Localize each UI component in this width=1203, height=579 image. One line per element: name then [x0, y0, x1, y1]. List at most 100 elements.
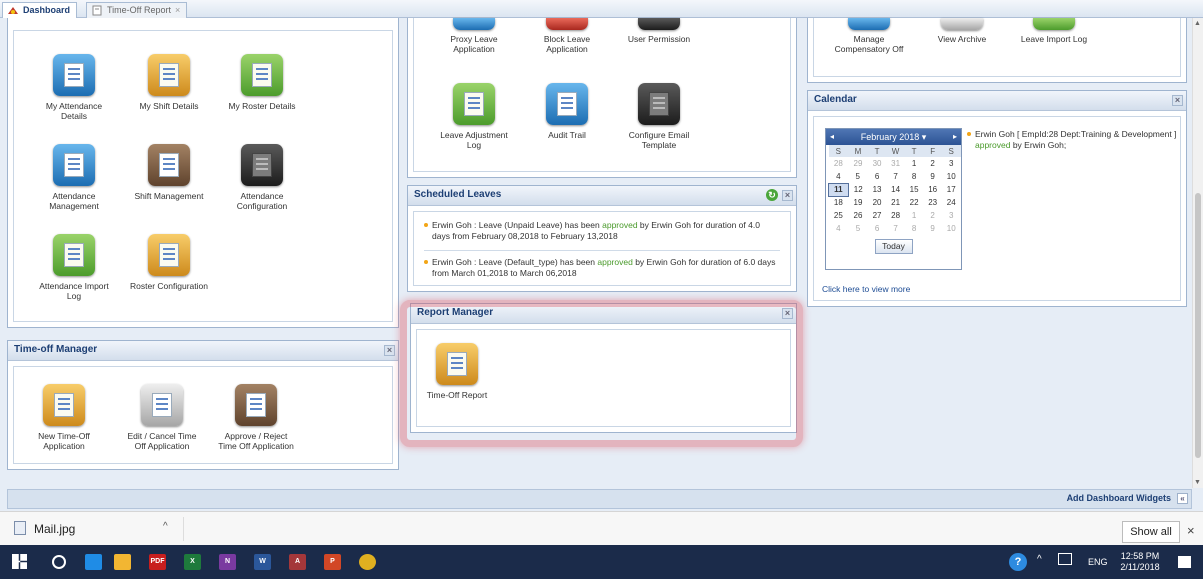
calendar-day[interactable]: 13 [868, 183, 887, 196]
leave-item-3[interactable]: Leave Adjustment Log [434, 83, 514, 150]
calendar-day[interactable]: 30 [868, 157, 887, 170]
calendar-day[interactable]: 5 [848, 170, 868, 183]
calendar-day[interactable]: 9 [923, 170, 942, 183]
help-icon[interactable]: ? [1009, 553, 1027, 571]
attendance-item-1[interactable]: My Shift Details [129, 54, 209, 111]
expand-widgets-icon[interactable]: « [1177, 493, 1188, 504]
leave-item-2[interactable]: User Permission [619, 18, 699, 44]
calendar-day[interactable]: 8 [905, 222, 924, 235]
windows-start-icon[interactable] [12, 554, 27, 569]
calendar-day[interactable]: 4 [829, 170, 849, 183]
attendance-item-7[interactable]: Roster Configuration [129, 234, 209, 291]
network-icon[interactable] [1058, 553, 1072, 565]
tab-dashboard[interactable]: Dashboard [2, 2, 78, 18]
next-month-icon[interactable]: ▸ [953, 129, 957, 145]
show-all-button[interactable]: Show all [1122, 521, 1180, 543]
calendar-day[interactable]: 16 [923, 183, 942, 196]
calendar-day[interactable]: 22 [905, 196, 924, 209]
powerpoint-icon[interactable]: P [324, 554, 341, 570]
calendar-day[interactable]: 21 [886, 196, 905, 209]
download-item[interactable]: Mail.jpg ^ [8, 517, 184, 541]
word-icon[interactable]: W [254, 554, 271, 570]
timeoff-item-2[interactable]: Approve / Reject Time Off Application [216, 384, 296, 451]
calendar-day[interactable]: 12 [848, 183, 868, 196]
calendar-day[interactable]: 7 [886, 222, 905, 235]
attendance-item-0[interactable]: My Attendance Details [34, 54, 114, 121]
calendar-day[interactable]: 9 [923, 222, 942, 235]
month-selector[interactable]: February 2018 ▾ [861, 132, 927, 142]
close-icon[interactable]: × [1172, 95, 1183, 106]
calendar-day[interactable]: 11 [828, 182, 849, 197]
calendar-day[interactable]: 25 [829, 209, 849, 222]
leave-tools-item-2[interactable]: Leave Import Log [1014, 18, 1094, 44]
access-icon[interactable]: A [289, 554, 306, 570]
scrollbar-thumb[interactable] [1195, 193, 1201, 458]
scroll-up-icon[interactable]: ▲ [1194, 20, 1201, 27]
leave-tools-item-0[interactable]: Manage Compensatory Off [829, 18, 909, 54]
calendar-day[interactable]: 19 [848, 196, 868, 209]
calendar-day[interactable]: 2 [923, 209, 942, 222]
calendar-day[interactable]: 17 [942, 183, 961, 196]
task-view-icon[interactable] [52, 555, 66, 569]
calendar-day[interactable]: 26 [848, 209, 868, 222]
calendar-day[interactable]: 29 [848, 157, 868, 170]
attendance-item-2[interactable]: My Roster Details [222, 54, 302, 111]
calendar-day[interactable]: 1 [905, 157, 924, 170]
onenote-icon[interactable]: N [219, 554, 236, 570]
calendar-day[interactable]: 15 [905, 183, 924, 196]
calendar-day[interactable]: 18 [829, 196, 849, 209]
page-scrollbar[interactable]: ▲ ▼ [1192, 18, 1203, 488]
refresh-icon[interactable]: ↻ [766, 189, 778, 201]
calendar-day[interactable]: 27 [868, 209, 887, 222]
notification-icon[interactable] [1178, 556, 1191, 568]
calendar-day[interactable]: 3 [942, 209, 961, 222]
calendar-day[interactable]: 14 [886, 183, 905, 196]
calendar-day[interactable]: 4 [829, 222, 849, 235]
add-dashboard-widgets-bar[interactable]: Add Dashboard Widgets « [7, 489, 1192, 509]
leave-item-4[interactable]: Audit Trail [527, 83, 607, 140]
today-button[interactable]: Today [874, 239, 913, 254]
calendar-day[interactable]: 8 [905, 170, 924, 183]
calendar-day[interactable]: 24 [942, 196, 961, 209]
tray-chevron-icon[interactable]: ^ [1037, 554, 1042, 565]
chrome-icon[interactable] [359, 554, 376, 570]
calendar-day[interactable]: 31 [886, 157, 905, 170]
tab-close-icon[interactable]: × [175, 5, 180, 15]
calendar-day[interactable]: 10 [942, 222, 961, 235]
calendar-day[interactable]: 7 [886, 170, 905, 183]
attendance-item-4[interactable]: Shift Management [129, 144, 209, 201]
scroll-down-icon[interactable]: ▼ [1194, 479, 1201, 486]
leave-item-5[interactable]: Configure Email Template [619, 83, 699, 150]
timeoff-item-0[interactable]: New Time-Off Application [24, 384, 104, 451]
leave-item-0[interactable]: Proxy Leave Application [434, 18, 514, 54]
language-indicator[interactable]: ENG [1088, 557, 1108, 567]
calendar-day[interactable]: 6 [868, 222, 887, 235]
calendar-day[interactable]: 10 [942, 170, 961, 183]
close-download-bar-icon[interactable]: × [1187, 523, 1195, 538]
calendar-day[interactable]: 23 [923, 196, 942, 209]
excel-icon[interactable]: X [184, 554, 201, 570]
leave-tools-item-1[interactable]: View Archive [922, 18, 1002, 44]
file-explorer-icon[interactable] [114, 554, 131, 570]
attendance-item-6[interactable]: Attendance Import Log [34, 234, 114, 301]
calendar-day[interactable]: 28 [829, 157, 849, 170]
calendar-day[interactable]: 6 [868, 170, 887, 183]
attendance-item-5[interactable]: Attendance Configuration [222, 144, 302, 211]
calendar-day[interactable]: 28 [886, 209, 905, 222]
acrobat-icon[interactable]: PDF [149, 554, 166, 570]
calendar-day[interactable]: 2 [923, 157, 942, 170]
chevron-up-icon[interactable]: ^ [163, 521, 168, 532]
leave-item-1[interactable]: Block Leave Application [527, 18, 607, 54]
view-more-link[interactable]: Click here to view more [822, 284, 910, 294]
attendance-item-3[interactable]: Attendance Management [34, 144, 114, 211]
calendar-day[interactable]: 20 [868, 196, 887, 209]
close-icon[interactable]: × [384, 345, 395, 356]
cortana-icon[interactable] [85, 554, 102, 570]
calendar-day[interactable]: 1 [905, 209, 924, 222]
taskbar-clock[interactable]: 12:58 PM 2/11/2018 [1117, 551, 1163, 573]
timeoff-item-1[interactable]: Edit / Cancel Time Off Application [122, 384, 202, 451]
close-icon[interactable]: × [782, 190, 793, 201]
add-dashboard-widgets-label[interactable]: Add Dashboard Widgets [1067, 493, 1171, 503]
calendar-day[interactable]: 5 [848, 222, 868, 235]
calendar-day[interactable]: 3 [942, 157, 961, 170]
